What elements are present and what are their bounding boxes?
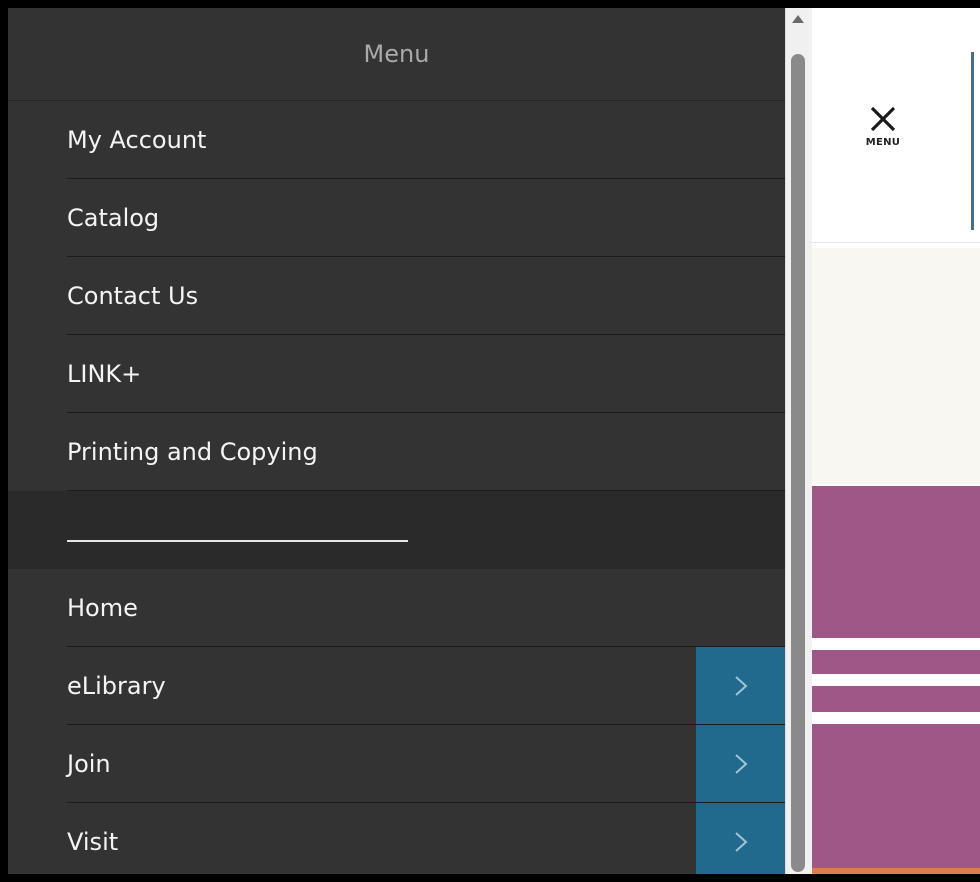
menu-item-label: LINK+ — [67, 360, 142, 388]
menu-item-printing-and-copying[interactable]: Printing and Copying — [8, 413, 785, 491]
menu-item-join[interactable]: Join — [8, 725, 785, 803]
header-divider — [971, 52, 974, 230]
browser-viewport: Menu My Account Catalog Contact Us LINK+… — [8, 8, 980, 874]
banner-stripe — [812, 712, 980, 724]
close-menu-label: MENU — [865, 137, 901, 148]
menu-item-visit[interactable]: Visit — [8, 803, 785, 874]
visit-submenu-button[interactable] — [696, 803, 785, 874]
menu-item-label: Catalog — [67, 204, 160, 232]
join-submenu-button[interactable] — [696, 725, 785, 803]
menu-header: Menu — [8, 8, 785, 101]
page-content: MENU — [812, 8, 980, 874]
elibrary-submenu-button[interactable] — [696, 647, 785, 725]
banner-stripe — [812, 674, 980, 686]
site-header: MENU — [812, 8, 980, 243]
menu-item-home[interactable]: Home — [8, 569, 785, 647]
close-menu-button[interactable]: MENU — [855, 104, 911, 174]
chevron-right-icon — [734, 676, 747, 696]
chevron-right-icon — [734, 754, 747, 774]
side-menu: Menu My Account Catalog Contact Us LINK+… — [8, 8, 785, 874]
scrollbar-thumb[interactable] — [791, 54, 805, 872]
separator-rule — [67, 540, 408, 542]
menu-item-label: My Account — [67, 126, 207, 154]
menu-item-label: Printing and Copying — [67, 438, 318, 466]
menu-title: Menu — [363, 40, 430, 68]
menu-item-label: Visit — [67, 828, 119, 856]
menu-item-contact-us[interactable]: Contact Us — [8, 257, 785, 335]
menu-separator — [8, 491, 785, 569]
menu-item-label: Join — [67, 750, 111, 778]
banner-stripe — [812, 638, 980, 650]
menu-item-label: Contact Us — [67, 282, 199, 310]
menu-scrollbar[interactable] — [785, 8, 812, 874]
close-icon — [870, 106, 896, 132]
menu-item-label: eLibrary — [67, 672, 166, 700]
menu-item-link-plus[interactable]: LINK+ — [8, 335, 785, 413]
menu-item-elibrary[interactable]: eLibrary — [8, 647, 785, 725]
menu-item-catalog[interactable]: Catalog — [8, 179, 785, 257]
menu-item-my-account[interactable]: My Account — [8, 101, 785, 179]
promo-banner — [812, 486, 980, 868]
footer-accent-strip — [812, 868, 980, 874]
hero-background — [812, 248, 980, 484]
menu-item-label: Home — [67, 594, 138, 622]
scroll-up-arrow-icon[interactable] — [792, 15, 804, 23]
chevron-right-icon — [734, 832, 747, 852]
